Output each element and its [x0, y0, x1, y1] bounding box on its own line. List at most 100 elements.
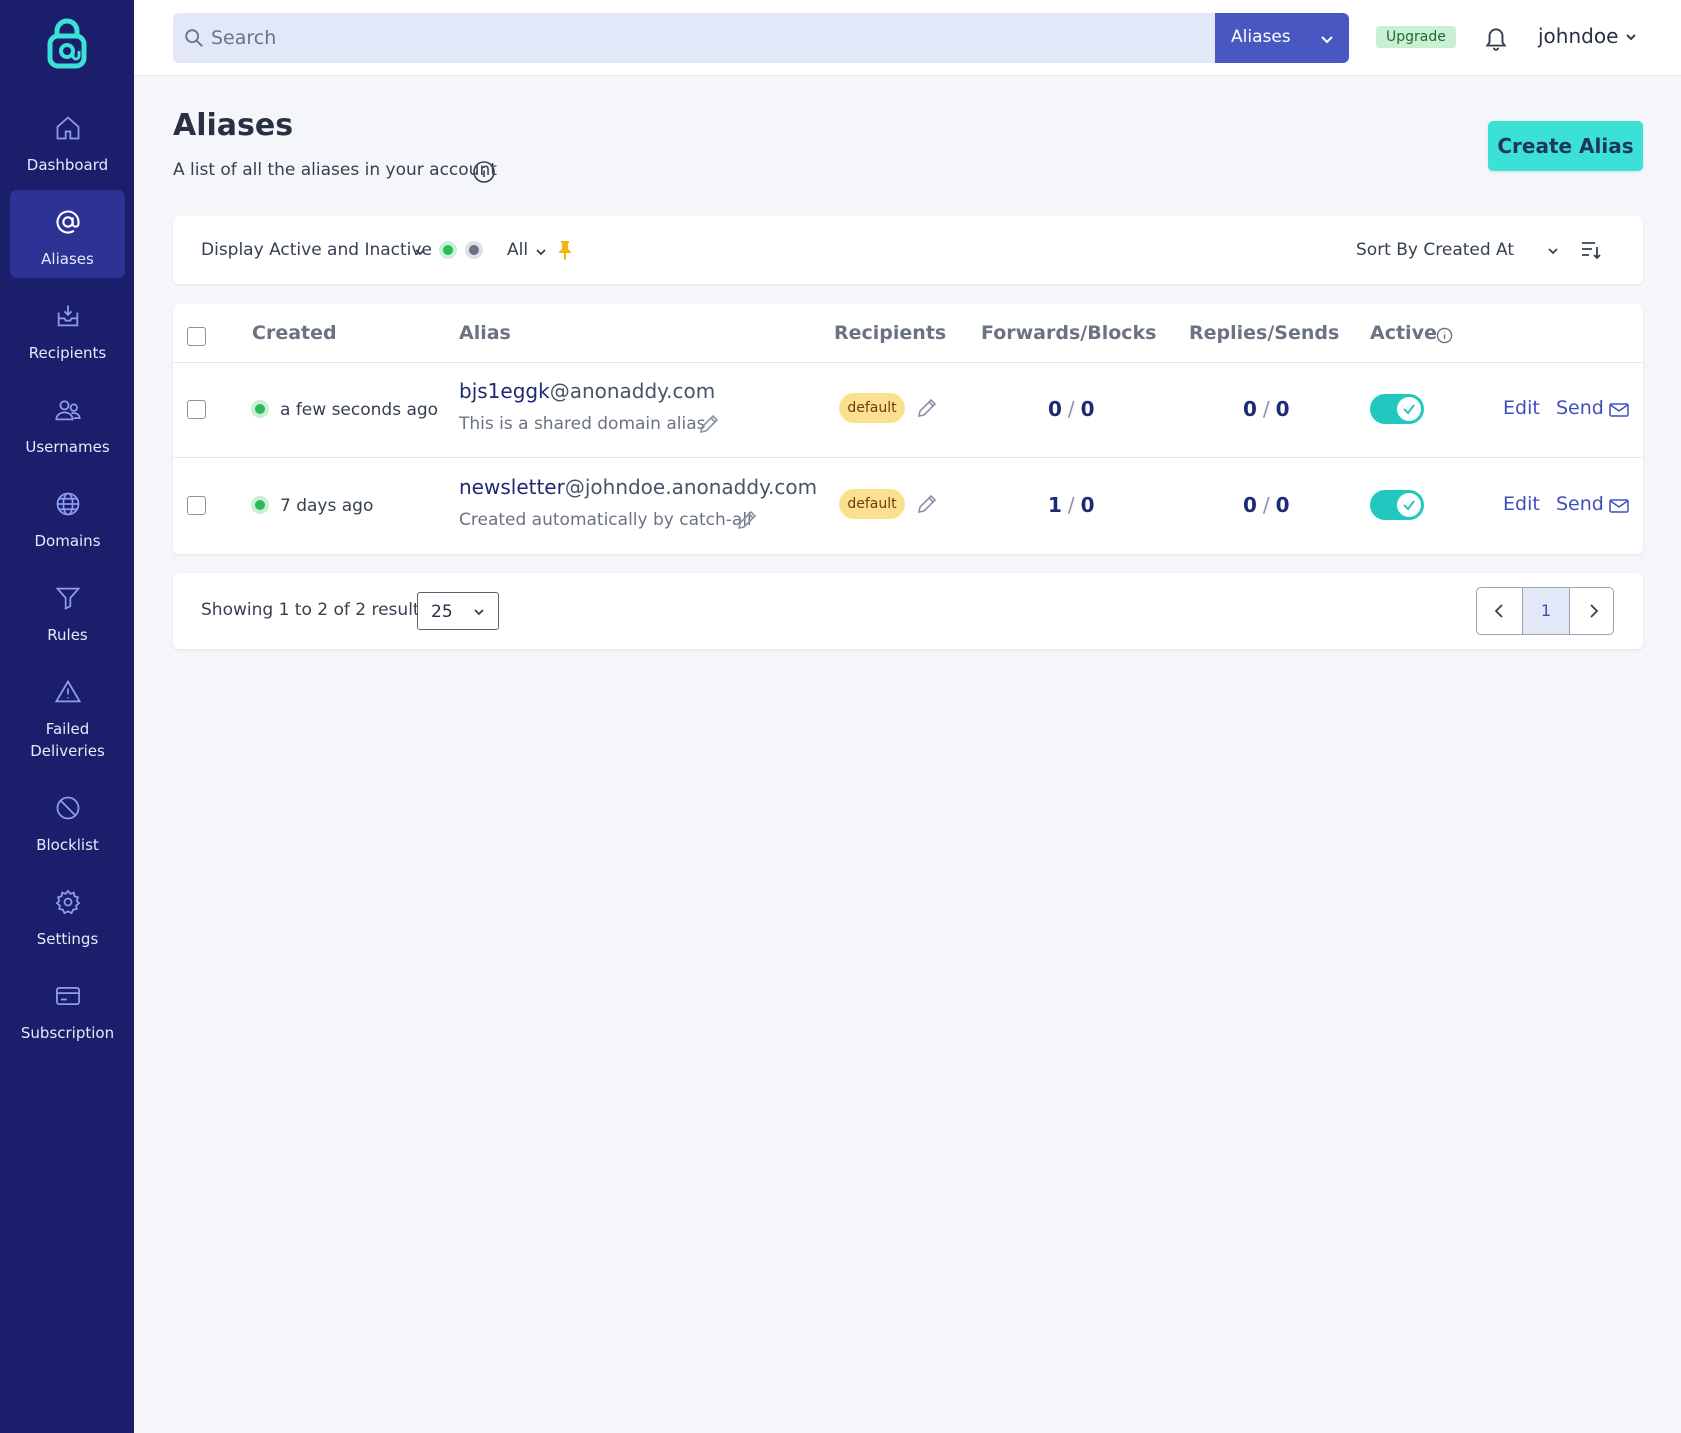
inbox-download-icon: [57, 305, 79, 327]
row-checkbox[interactable]: [187, 496, 206, 515]
replies-count: 0: [1243, 493, 1257, 517]
send-link[interactable]: Send: [1556, 397, 1604, 419]
filter-bar: Display Active and Inactive All Sort By …: [173, 216, 1643, 284]
filter-icon: [55, 587, 81, 610]
display-filter[interactable]: Display Active and Inactive: [201, 240, 432, 260]
envelope-icon[interactable]: [1609, 402, 1629, 418]
pencil-icon[interactable]: [915, 396, 939, 420]
sidebar-item-label: Rules: [47, 626, 88, 644]
search-scope-label: Aliases: [1231, 27, 1291, 47]
globe-icon: [56, 492, 80, 516]
alias-domain: @johndoe.anonaddy.com: [564, 475, 818, 499]
sidebar-item-label: Failed Deliveries: [30, 720, 105, 760]
active-toggle[interactable]: [1370, 394, 1424, 424]
top-bar: Aliases Upgrade johndoe: [134, 0, 1681, 76]
pin-icon[interactable]: [557, 240, 573, 260]
column-header-alias[interactable]: Alias: [459, 322, 511, 344]
per-page-select[interactable]: 25: [417, 592, 499, 630]
recipient-badge: default: [839, 489, 905, 519]
anonaddy-logo-icon[interactable]: [46, 18, 88, 70]
alias-email[interactable]: bjs1eggk@anonaddy.com: [459, 379, 715, 403]
sidebar-item-usernames[interactable]: Usernames: [10, 378, 125, 466]
active-toggle[interactable]: [1370, 490, 1424, 520]
alias-domain: @anonaddy.com: [549, 379, 716, 403]
sidebar-item-dashboard[interactable]: Dashboard: [10, 96, 125, 184]
create-alias-button[interactable]: Create Alias: [1488, 121, 1643, 171]
forwards-count: 1: [1048, 493, 1062, 517]
pencil-icon[interactable]: [735, 508, 759, 532]
sidebar-item-label: Usernames: [25, 438, 110, 456]
blocks-count: 0: [1080, 493, 1095, 517]
send-link[interactable]: Send: [1556, 493, 1604, 515]
forwards-blocks-count: 0/0: [1048, 397, 1095, 421]
column-header-recipients[interactable]: Recipients: [834, 322, 946, 344]
column-header-created[interactable]: Created: [252, 322, 337, 344]
search-scope-select[interactable]: Aliases: [1215, 13, 1349, 63]
select-all-checkbox[interactable]: [187, 327, 206, 346]
sidebar-item-failed-deliveries[interactable]: Failed Deliveries: [10, 660, 125, 770]
chevron-down-icon[interactable]: [1624, 30, 1638, 44]
sidebar: Dashboard Aliases Recipients Usernames D…: [0, 0, 134, 1433]
edit-link[interactable]: Edit: [1503, 397, 1540, 419]
sidebar-item-label: Subscription: [20, 1024, 115, 1042]
pagination: 1: [1476, 587, 1614, 635]
sort-select[interactable]: Sort By Created At: [1356, 240, 1514, 260]
search-input[interactable]: [211, 13, 1201, 63]
sidebar-item-label: Domains: [34, 532, 101, 550]
row-divider: [173, 457, 1643, 458]
page-number-button[interactable]: 1: [1522, 588, 1570, 634]
chevron-down-icon: [1321, 36, 1333, 44]
replies-sends-count: 0/0: [1243, 397, 1290, 421]
sidebar-item-aliases[interactable]: Aliases: [10, 190, 125, 278]
column-header-active[interactable]: Active: [1370, 322, 1437, 344]
sidebar-item-label: Aliases: [41, 250, 94, 268]
shared-filter[interactable]: All: [507, 240, 528, 260]
next-page-button[interactable]: [1570, 588, 1613, 634]
forwards-count: 0: [1048, 397, 1062, 421]
pencil-icon[interactable]: [915, 492, 939, 516]
edit-link[interactable]: Edit: [1503, 493, 1540, 515]
sidebar-item-recipients[interactable]: Recipients: [10, 284, 125, 372]
envelope-icon[interactable]: [1609, 498, 1629, 514]
previous-page-button[interactable]: [1477, 588, 1522, 634]
created-time: a few seconds ago: [280, 400, 439, 420]
upgrade-badge[interactable]: Upgrade: [1376, 26, 1456, 48]
user-menu[interactable]: johndoe: [1538, 24, 1618, 48]
chevron-down-icon[interactable]: [413, 245, 427, 259]
sends-count: 0: [1275, 493, 1290, 517]
row-checkbox[interactable]: [187, 400, 206, 419]
alias-description: Created automatically by catch-all: [459, 510, 752, 530]
column-header-forwards-blocks[interactable]: Forwards/Blocks: [981, 322, 1156, 344]
blocks-count: 0: [1080, 397, 1095, 421]
sidebar-item-blocklist[interactable]: Blocklist: [10, 776, 125, 864]
sidebar-item-domains[interactable]: Domains: [10, 472, 125, 560]
warning-triangle-icon: [54, 679, 82, 703]
alias-email[interactable]: newsletter@johndoe.anonaddy.com: [459, 475, 817, 499]
page-title: Aliases: [173, 108, 294, 143]
sidebar-item-label: Settings: [36, 930, 99, 948]
active-status-dot: [251, 496, 269, 514]
bell-icon[interactable]: [1483, 24, 1509, 52]
active-status-dot: [251, 400, 269, 418]
check-icon: [1403, 404, 1415, 415]
per-page-value: 25: [431, 602, 453, 622]
sidebar-item-rules[interactable]: Rules: [10, 566, 125, 654]
sidebar-item-label: Dashboard: [26, 156, 109, 174]
search-box: [173, 13, 1215, 63]
pencil-icon[interactable]: [697, 412, 721, 436]
column-header-replies-sends[interactable]: Replies/Sends: [1189, 322, 1339, 344]
replies-sends-count: 0/0: [1243, 493, 1290, 517]
gear-icon: [55, 889, 81, 915]
info-icon[interactable]: [1436, 327, 1453, 344]
replies-count: 0: [1243, 397, 1257, 421]
alias-local-part: newsletter: [459, 475, 565, 499]
chevron-down-icon: [474, 609, 484, 616]
sort-direction-icon[interactable]: [1580, 239, 1602, 261]
inactive-status-dot: [465, 241, 483, 259]
alias-local-part: bjs1eggk: [459, 379, 550, 403]
sidebar-item-settings[interactable]: Settings: [10, 870, 125, 958]
sidebar-item-subscription[interactable]: Subscription: [10, 964, 125, 1052]
info-icon[interactable]: [472, 160, 496, 184]
chevron-down-icon[interactable]: [534, 245, 548, 259]
chevron-down-icon[interactable]: [1546, 244, 1560, 258]
